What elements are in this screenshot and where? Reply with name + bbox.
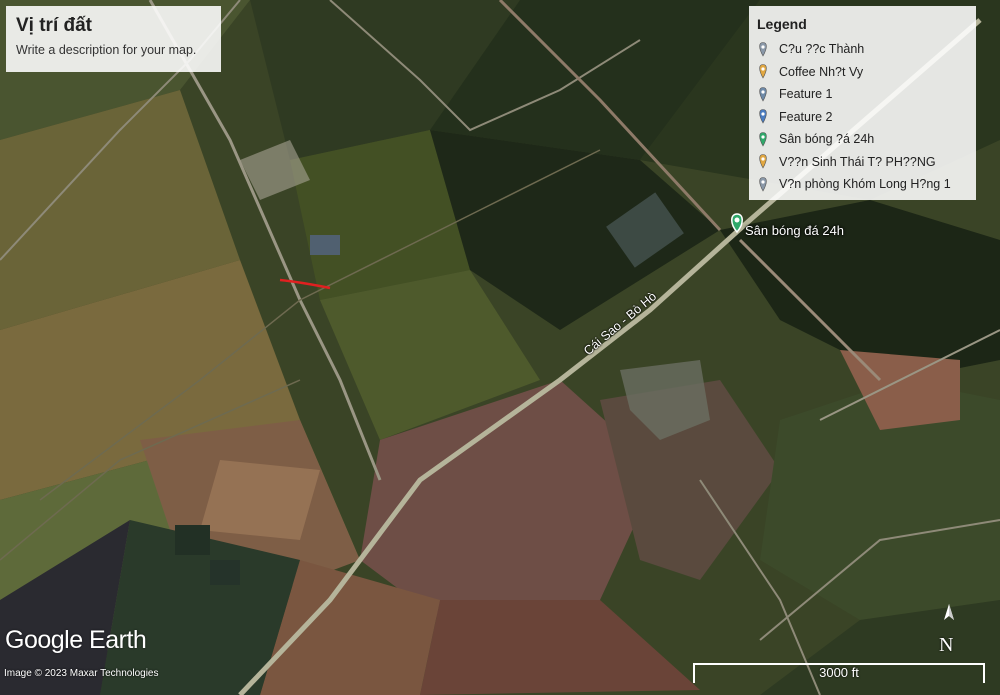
legend-item-label: V??n Sinh Thái T? PH??NG [779, 154, 936, 169]
map-title: Vị trí đất [16, 15, 93, 36]
legend-panel: Legend C?u ??c Thành Coffee Nh?t Vy Featur… [749, 6, 976, 200]
legend-item-label: Feature 2 [779, 109, 833, 124]
scale-bar: 3000 ft [693, 663, 985, 683]
north-letter: N [939, 634, 954, 656]
legend-item[interactable]: Feature 2 [757, 106, 968, 129]
legend-item[interactable]: Feature 1 [757, 83, 968, 106]
legend-item-label: V?n phòng Khóm Long H?ng 1 [779, 177, 951, 192]
placemark-label[interactable]: Sân bóng đá 24h [745, 223, 844, 238]
legend-item[interactable]: V??n Sinh Thái T? PH??NG [757, 151, 968, 174]
legend-item[interactable]: V?n phòng Khóm Long H?ng 1 [757, 173, 968, 196]
legend-item[interactable]: Sân bóng ?á 24h [757, 128, 968, 151]
legend-item[interactable]: Coffee Nh?t Vy [757, 61, 968, 84]
scale-label: 3000 ft [819, 665, 859, 680]
map-pin-icon [759, 176, 767, 192]
image-credit: Image © 2023 Maxar Technologies [4, 668, 159, 679]
map-pin-icon [759, 109, 767, 124]
legend-item-label: Feature 1 [779, 87, 833, 102]
map-pin-icon [759, 131, 767, 147]
map-pin-icon [759, 86, 767, 102]
map-pin-icon [759, 41, 767, 57]
google-earth-logo: Google Earth [5, 626, 147, 654]
legend-item-label: Coffee Nh?t Vy [779, 64, 864, 79]
map-pin-icon [759, 64, 767, 79]
title-card: Vị trí đất Write a description for your … [6, 6, 221, 72]
map-description: Write a description for your map. [16, 43, 197, 57]
legend-heading: Legend [757, 16, 807, 32]
map-pin-icon [759, 154, 767, 169]
legend-item-label: C?u ??c Thành [779, 42, 865, 57]
legend-item[interactable]: C?u ??c Thành [757, 38, 968, 61]
legend-item-label: Sân bóng ?á 24h [779, 132, 875, 147]
